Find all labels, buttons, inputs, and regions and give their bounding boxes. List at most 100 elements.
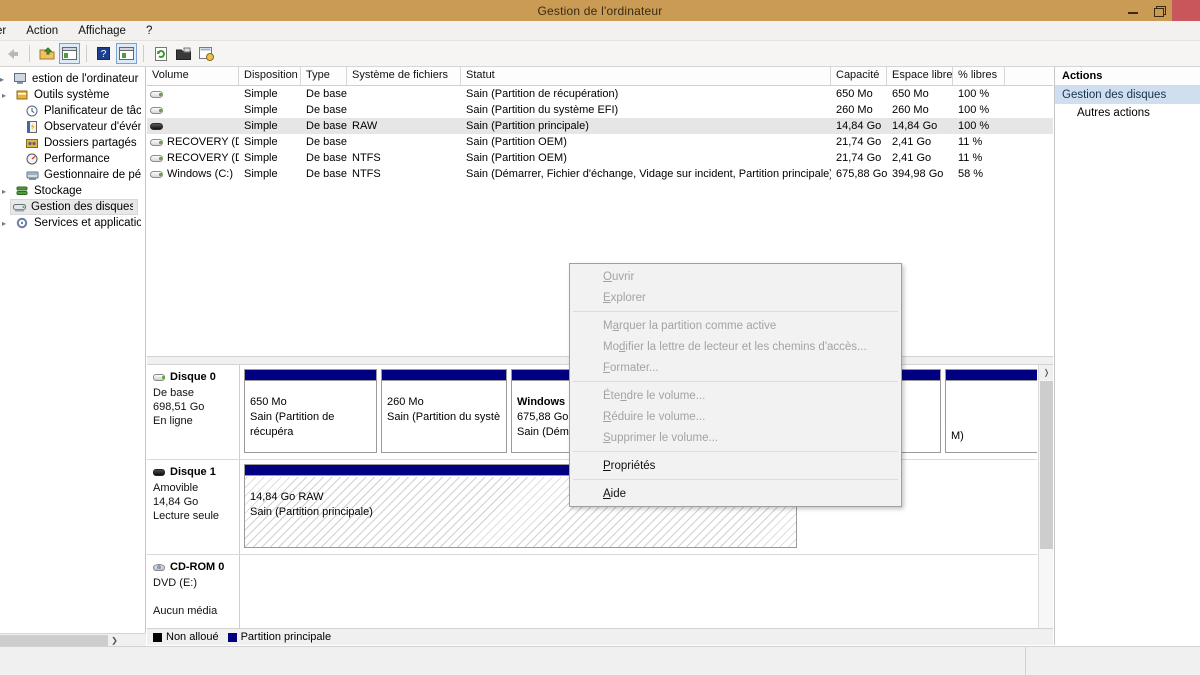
legend-swatch <box>153 632 162 642</box>
back-arrow-icon[interactable] <box>2 43 23 64</box>
expander-icon[interactable]: ▸ <box>0 75 10 84</box>
table-row[interactable]: Simple De base RAW Sain (Partition principa… <box>147 118 1053 134</box>
context-menu-item[interactable]: Propriétés <box>570 455 901 476</box>
sidebar-item-3[interactable]: Observateur d'événeme <box>0 119 145 135</box>
scroll-right-arrow-icon[interactable]: ❯ <box>108 636 121 645</box>
partition-context-menu[interactable]: Ouvrir Explorer Ma rquer la partition comme… <box>569 263 902 507</box>
context-menu-item[interactable]: Aide <box>570 483 901 504</box>
sidebar-item-5[interactable]: Performance <box>0 151 145 167</box>
sidebar-item-label: estion de l'ordinateur (local) <box>32 73 141 85</box>
table-row[interactable]: Simple De base Sain (Partition de récupéra… <box>147 86 1053 102</box>
disk-detail-line: De base <box>153 387 194 399</box>
cell-5: 260 Mo <box>836 104 873 116</box>
disk-info-panel[interactable]: Disque 1 Amovible 14,84 Go Lecture seule <box>147 460 240 554</box>
volume-list-header: Volume Disposition Type Système de fichiers… <box>147 67 1053 86</box>
menu-item-file[interactable]: er <box>0 25 16 37</box>
sidebar-item-4[interactable]: Dossiers partagés <box>0 135 145 151</box>
sidebar-item-label: Gestionnaire de périphé <box>44 169 141 181</box>
services-icon <box>16 217 30 230</box>
cell-7: 100 % <box>958 104 990 116</box>
partition-status: Sain (Partition de récupéra <box>250 411 335 438</box>
disk-info-panel[interactable]: Disque 0 De base 698,51 Go En ligne <box>147 365 240 459</box>
cell-4: Sain (Partition du système EFI) <box>466 104 619 116</box>
close-button[interactable] <box>1172 0 1200 21</box>
table-row[interactable]: Simple De base Sain (Partition du système … <box>147 102 1053 118</box>
cell-2: De base <box>306 152 347 164</box>
action-item-1[interactable]: Autres actions <box>1055 104 1200 122</box>
sidebar-item-1[interactable]: ▸ Outils système <box>0 87 145 103</box>
tree-horizontal-scrollbar[interactable]: ❯ <box>0 633 146 646</box>
sidebar-item-6[interactable]: Gestionnaire de périphé <box>0 167 145 183</box>
column-header-3[interactable]: Système de fichiers <box>347 67 461 85</box>
partition-block[interactable]: 260 Mo Sain (Partition du systè <box>381 369 507 453</box>
table-row[interactable]: RECOVERY (D:) Simple De base Sain (Partitio… <box>147 134 1053 150</box>
partition-block[interactable]: 650 Mo Sain (Partition de récupéra <box>244 369 377 453</box>
expander-icon[interactable]: ▸ <box>2 91 12 100</box>
cell-6: 260 Mo <box>892 104 929 116</box>
column-header-5[interactable]: Capacité <box>831 67 887 85</box>
disk-detail-line <box>153 590 233 604</box>
partition-bar <box>946 370 1037 381</box>
column-header-0[interactable]: Volume <box>147 67 239 85</box>
action-item-0[interactable]: Gestion des disques <box>1055 86 1200 104</box>
tree-scroll-thumb[interactable] <box>0 634 108 646</box>
scroll-up-arrow-icon[interactable]: ❭ <box>1039 365 1053 380</box>
restore-button[interactable] <box>1146 0 1172 21</box>
graphical-view-scrollbar[interactable]: ❭ ❭ <box>1038 365 1053 645</box>
context-menu-item: Ma rquer la partition comme active <box>603 319 777 332</box>
sidebar-item-7[interactable]: ▸ Stockage <box>0 183 145 199</box>
expander-icon[interactable]: ▸ <box>2 187 12 196</box>
menu-item-view[interactable]: Affichage <box>68 25 136 37</box>
minimize-button[interactable] <box>1120 0 1146 21</box>
cell-4: Sain (Partition principale) <box>466 120 589 132</box>
legend-item: Partition principale <box>227 631 331 643</box>
partition-size: 260 Mo <box>387 396 424 408</box>
table-row[interactable]: RECOVERY (D:) Simple De base NTFS Sain (Part… <box>147 150 1053 166</box>
disk-detail-line: Lecture seule <box>153 510 220 522</box>
scroll-thumb[interactable] <box>1040 381 1053 549</box>
context-menu-item: Formater... <box>603 361 659 374</box>
properties-icon[interactable] <box>196 43 217 64</box>
context-menu-item: Ouvrir <box>603 270 635 283</box>
toolbar-separator <box>143 45 144 62</box>
disk-detail-line: 14,84 Go <box>153 496 199 508</box>
volume-label: Windows (C:) <box>167 168 234 180</box>
help-icon[interactable]: ? <box>93 43 114 64</box>
column-header-6[interactable]: Espace libre <box>887 67 953 85</box>
cell-2: De base <box>306 104 347 116</box>
partition-bar <box>245 370 376 381</box>
export-list-icon[interactable] <box>173 43 194 64</box>
column-header-2[interactable]: Type <box>301 67 347 85</box>
refresh-icon[interactable] <box>150 43 171 64</box>
computer-management-window: Gestion de l'ordinateur er Action Affich… <box>0 0 1200 675</box>
show-action-pane-icon[interactable] <box>116 43 137 64</box>
sidebar-item-0[interactable]: ▸ estion de l'ordinateur (local) <box>0 71 145 87</box>
show-console-tree-icon[interactable] <box>59 43 80 64</box>
column-header-7[interactable]: % libres <box>953 67 1005 85</box>
sidebar-item-label: Performance <box>44 153 110 165</box>
menu-item-action[interactable]: Action <box>16 25 68 37</box>
sidebar-item-9[interactable]: ▸ Services et applications <box>0 215 145 231</box>
cell-5: 650 Mo <box>836 88 873 100</box>
sidebar-item-label: Observateur d'événeme <box>44 121 141 133</box>
toolbar-separator <box>86 45 87 62</box>
partition-size: 650 Mo <box>250 396 287 408</box>
up-folder-icon[interactable] <box>36 43 57 64</box>
column-header-1[interactable]: Disposition <box>239 67 301 85</box>
partition-block[interactable]: M) <box>945 369 1037 453</box>
cell-4: Sain (Partition de récupération) <box>466 88 619 100</box>
cell-1: Simple <box>244 152 278 164</box>
performance-icon <box>26 153 40 166</box>
expander-icon[interactable]: ▸ <box>2 219 12 228</box>
sidebar-item-8[interactable]: Gestion des disques <box>10 199 138 215</box>
menu-bar: er Action Affichage ? <box>0 21 1200 41</box>
sidebar-item-2[interactable]: Planificateur de tâches <box>0 103 145 119</box>
cell-7: 11 % <box>958 152 983 164</box>
column-header-4[interactable]: Statut <box>461 67 831 85</box>
cell-6: 2,41 Go <box>892 152 932 164</box>
menu-item-help[interactable]: ? <box>136 25 162 37</box>
window-title: Gestion de l'ordinateur <box>537 3 663 18</box>
table-row[interactable]: Windows (C:) Simple De base NTFS Sain (Démar… <box>147 166 1053 182</box>
cell-0: RECOVERY (D:) <box>147 136 239 148</box>
disk-name: CD-ROM 0 <box>170 561 225 573</box>
